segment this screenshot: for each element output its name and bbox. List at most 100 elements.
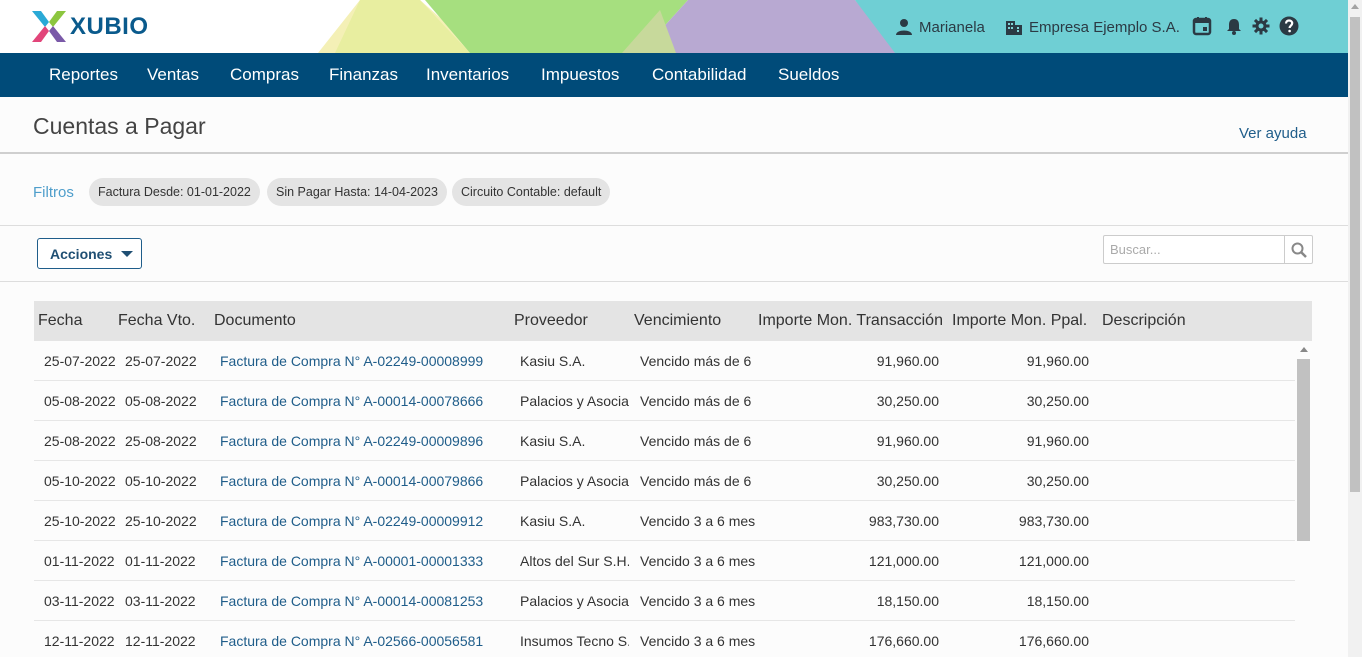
document-link[interactable]: Factura de Compra N° A-02566-00056581 xyxy=(220,621,506,657)
cell-importe-transaccion: 18,150.00 xyxy=(876,593,939,609)
company-menu[interactable]: Empresa Ejemplo S.A. xyxy=(1005,14,1180,40)
cell-importe-transaccion: 30,250.00 xyxy=(876,393,939,409)
cell-importe-transaccion: 176,660.00 xyxy=(868,633,939,649)
cell-importe-transaccion: 30,250.00 xyxy=(876,473,939,489)
cell-importe-ppal: 983,730.00 xyxy=(1018,513,1089,529)
column-header-vencimiento[interactable]: Vencimiento xyxy=(634,301,721,341)
cell-proveedor: Kasiu S.A. xyxy=(520,353,586,369)
help-button[interactable] xyxy=(1278,15,1300,37)
xubio-logo[interactable]: XUBIO xyxy=(32,11,149,42)
cell-vencimiento: Vencido más de 6 xyxy=(640,353,752,369)
cell-descripcion xyxy=(1102,381,1282,421)
nav-item-compras[interactable]: Compras xyxy=(230,53,299,97)
nav-item-sueldos[interactable]: Sueldos xyxy=(778,53,839,97)
table-row[interactable]: 05-10-2022 05-10-2022 Factura de Compra … xyxy=(34,461,1295,501)
table-row[interactable]: 25-07-2022 25-07-2022 Factura de Compra … xyxy=(34,341,1295,381)
search-icon xyxy=(1291,242,1307,258)
cell-fecha: 05-10-2022 xyxy=(44,473,116,489)
nav-item-reportes[interactable]: Reportes xyxy=(49,53,118,97)
table-scrollbar[interactable] xyxy=(1297,343,1311,543)
document-link[interactable]: Factura de Compra N° A-02249-00009896 xyxy=(220,421,506,461)
document-link[interactable]: Factura de Compra N° A-00001-00001333 xyxy=(220,541,506,581)
divider xyxy=(0,152,1348,154)
cell-descripcion xyxy=(1102,581,1282,621)
cell-fecha: 01-11-2022 xyxy=(44,553,115,569)
calendar-button[interactable] xyxy=(1191,15,1213,37)
cell-proveedor: Palacios y Asocia xyxy=(520,473,629,489)
column-header-fecha[interactable]: Fecha xyxy=(38,301,82,341)
cell-vencimiento: Vencido 3 a 6 mes xyxy=(640,513,755,529)
cell-proveedor: Palacios y Asocia xyxy=(520,393,629,409)
page-scrollbar[interactable] xyxy=(1348,0,1362,657)
column-header-fecha-vto[interactable]: Fecha Vto. xyxy=(118,301,195,341)
cell-fecha: 25-08-2022 xyxy=(44,433,116,449)
scroll-up-arrow-icon[interactable] xyxy=(1300,347,1308,352)
cell-fecha-vto: 03-11-2022 xyxy=(125,593,196,609)
settings-button[interactable] xyxy=(1250,15,1272,37)
table-row[interactable]: 03-11-2022 03-11-2022 Factura de Compra … xyxy=(34,581,1295,621)
nav-item-ventas[interactable]: Ventas xyxy=(147,53,199,97)
nav-item-contabilidad[interactable]: Contabilidad xyxy=(652,53,747,97)
bell-icon xyxy=(1227,19,1241,35)
document-link[interactable]: Factura de Compra N° A-00014-00079866 xyxy=(220,461,506,501)
cell-proveedor: Palacios y Asocia xyxy=(520,593,629,609)
cell-proveedor: Insumos Tecno S. xyxy=(520,633,629,649)
column-header-importe-ppal[interactable]: Importe Mon. Ppal. xyxy=(952,301,1087,341)
top-header: XUBIO Marianela Empresa Ejemplo S.A. xyxy=(0,0,1348,53)
cell-fecha-vto: 01-11-2022 xyxy=(125,553,196,569)
user-menu[interactable]: Marianela xyxy=(895,14,985,40)
cell-importe-ppal: 91,960.00 xyxy=(1026,433,1089,449)
cell-proveedor: Altos del Sur S.H. xyxy=(520,553,629,569)
cell-fecha-vto: 25-10-2022 xyxy=(125,513,197,529)
cell-descripcion xyxy=(1102,461,1282,501)
search-input[interactable] xyxy=(1104,236,1284,263)
document-link[interactable]: Factura de Compra N° A-02249-00008999 xyxy=(220,341,506,381)
column-header-importe-transaccion[interactable]: Importe Mon. Transacción xyxy=(758,301,943,341)
notifications-button[interactable] xyxy=(1223,15,1245,37)
table-row[interactable]: 05-08-2022 05-08-2022 Factura de Compra … xyxy=(34,381,1295,421)
nav-item-inventarios[interactable]: Inventarios xyxy=(426,53,509,97)
column-header-documento[interactable]: Documento xyxy=(214,301,296,341)
cell-descripcion xyxy=(1102,541,1282,581)
cell-importe-transaccion: 121,000.00 xyxy=(868,553,939,569)
cell-importe-transaccion: 91,960.00 xyxy=(876,433,939,449)
cell-importe-ppal: 18,150.00 xyxy=(1026,593,1089,609)
filters-label[interactable]: Filtros xyxy=(33,184,74,201)
document-link[interactable]: Factura de Compra N° A-02249-00009912 xyxy=(220,501,506,541)
nav-item-impuestos[interactable]: Impuestos xyxy=(541,53,619,97)
table-row[interactable]: 01-11-2022 01-11-2022 Factura de Compra … xyxy=(34,541,1295,581)
column-header-descripcion[interactable]: Descripción xyxy=(1102,301,1186,341)
cell-vencimiento: Vencido más de 6 xyxy=(640,393,752,409)
cell-importe-ppal: 176,660.00 xyxy=(1018,633,1089,649)
help-link[interactable]: Ver ayuda xyxy=(1239,125,1307,142)
cell-importe-ppal: 91,960.00 xyxy=(1026,353,1089,369)
document-link[interactable]: Factura de Compra N° A-00014-00081253 xyxy=(220,581,506,621)
cell-vencimiento: Vencido más de 6 xyxy=(640,433,752,449)
cell-fecha-vto: 25-07-2022 xyxy=(125,353,197,369)
help-icon xyxy=(1279,16,1299,36)
table-scrollbar-thumb[interactable] xyxy=(1297,359,1310,541)
cell-fecha-vto: 05-10-2022 xyxy=(125,473,197,489)
cell-fecha-vto: 05-08-2022 xyxy=(125,393,197,409)
filter-chip-circuito-contable[interactable]: Circuito Contable: default xyxy=(452,178,611,206)
document-link[interactable]: Factura de Compra N° A-00014-00078666 xyxy=(220,381,506,421)
filter-chip-factura-desde[interactable]: Factura Desde: 01-01-2022 xyxy=(89,178,260,206)
scroll-up-arrow-icon[interactable] xyxy=(1351,4,1359,9)
cell-descripcion xyxy=(1102,341,1282,381)
brand-name: XUBIO xyxy=(70,12,149,40)
table-row[interactable]: 25-10-2022 25-10-2022 Factura de Compra … xyxy=(34,501,1295,541)
cell-fecha: 25-07-2022 xyxy=(44,353,116,369)
cell-fecha: 03-11-2022 xyxy=(44,593,115,609)
calendar-icon xyxy=(1192,17,1212,36)
search-button[interactable] xyxy=(1284,236,1312,263)
filter-chip-sin-pagar-hasta[interactable]: Sin Pagar Hasta: 14-04-2023 xyxy=(267,178,447,206)
actions-dropdown[interactable]: Acciones xyxy=(37,238,142,269)
page-scrollbar-thumb[interactable] xyxy=(1350,17,1360,492)
cell-descripcion xyxy=(1102,421,1282,461)
table-row[interactable]: 25-08-2022 25-08-2022 Factura de Compra … xyxy=(34,421,1295,461)
table-row[interactable]: 12-11-2022 12-11-2022 Factura de Compra … xyxy=(34,621,1295,657)
cell-vencimiento: Vencido 3 a 6 mes xyxy=(640,553,755,569)
column-header-proveedor[interactable]: Proveedor xyxy=(514,301,588,341)
nav-item-finanzas[interactable]: Finanzas xyxy=(329,53,398,97)
cell-fecha: 25-10-2022 xyxy=(44,513,116,529)
